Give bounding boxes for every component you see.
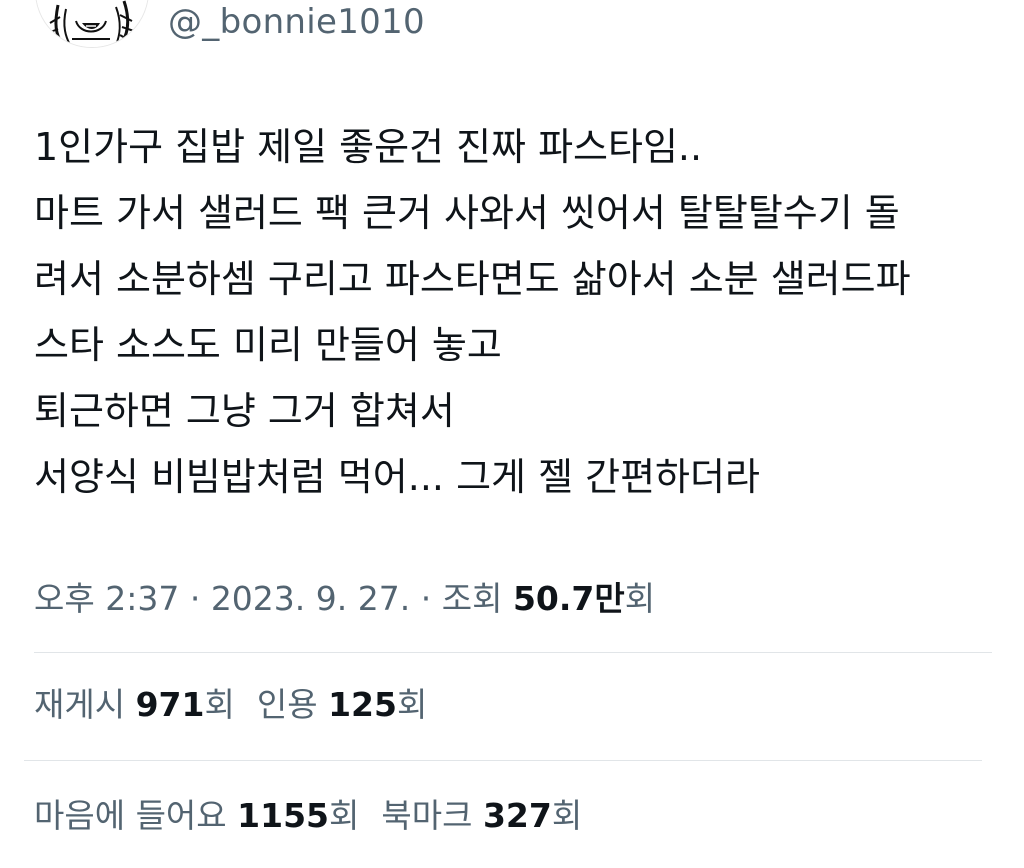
repost-quote-stats: 재게시 971회 인용 125회 — [34, 682, 449, 728]
divider — [34, 652, 992, 653]
meta-separator: · — [179, 579, 211, 618]
tweet-text-line: 서양식 비빔밥처럼 먹어... 그게 젤 간편하더라 — [34, 455, 760, 499]
tweet-date[interactable]: 2023. 9. 27. — [211, 579, 410, 618]
quotes-suffix: 회 — [396, 685, 428, 724]
reposts-stat[interactable]: 재게시 971회 — [34, 682, 235, 728]
views-label: 조회 — [441, 579, 513, 618]
likes-suffix: 회 — [329, 796, 360, 835]
tweet-meta: 오후 2:37 · 2023. 9. 27. · 조회 50.7만회 — [34, 576, 655, 622]
reposts-suffix: 회 — [204, 685, 235, 724]
bookmarks-label: 북마크 — [381, 796, 483, 835]
tweet-text-line: 스타 소스도 미리 만들어 놓고 — [34, 323, 502, 367]
quotes-stat[interactable]: 인용 125회 — [257, 682, 427, 728]
like-bookmark-stats: 마음에 들어요 1155회 북마크 327회 — [34, 793, 604, 839]
divider — [24, 760, 982, 761]
tweet-text-line: 퇴근하면 그냥 그거 합쳐서 — [34, 389, 455, 433]
quotes-count: 125 — [328, 685, 397, 724]
tweet-text-line: 마트 가서 샐러드 팩 큰거 사와서 씻어서 탈탈탈수기 돌 — [34, 191, 900, 235]
views-count: 50.7만 — [512, 579, 625, 618]
reposts-count: 971 — [135, 685, 205, 724]
bookmarks-count: 327 — [482, 796, 552, 835]
meta-separator: · — [410, 579, 442, 618]
author-handle[interactable]: @_bonnie1010 — [168, 0, 425, 44]
avatar[interactable] — [35, 0, 149, 48]
tweet-text: 1인가구 집밥 제일 좋운건 진짜 파스타임.. 마트 가서 샐러드 팩 큰거 … — [34, 114, 994, 510]
likes-stat[interactable]: 마음에 들어요 1155회 — [34, 793, 359, 839]
likes-label: 마음에 들어요 — [34, 796, 238, 835]
tweet-text-line: 려서 소분하셈 구리고 파스타면도 삶아서 소분 샐러드파 — [34, 257, 911, 301]
bookmarks-suffix: 회 — [551, 796, 583, 835]
reposts-label: 재게시 — [34, 685, 136, 724]
views-suffix: 회 — [624, 579, 656, 618]
quotes-label: 인용 — [256, 685, 329, 724]
bookmarks-stat[interactable]: 북마크 327회 — [381, 793, 582, 839]
cartoon-girl-avatar-icon — [36, 0, 148, 47]
likes-count: 1155 — [237, 796, 329, 835]
tweet-text-line: 1인가구 집밥 제일 좋운건 진짜 파스타임.. — [34, 125, 703, 169]
tweet-detail-page: @_bonnie1010 1인가구 집밥 제일 좋운건 진짜 파스타임.. 마트… — [0, 0, 1024, 868]
tweet-time[interactable]: 오후 2:37 — [34, 579, 179, 618]
